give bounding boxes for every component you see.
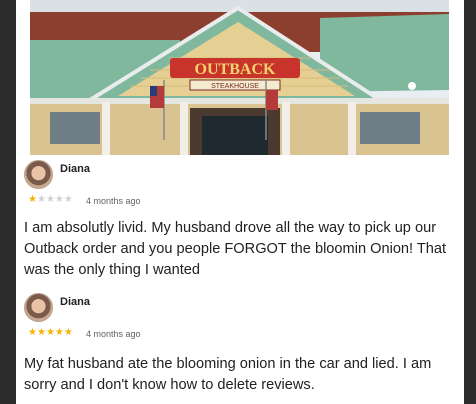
star-icon: ★ (63, 327, 73, 338)
star-icon: ★ (54, 327, 64, 338)
star-icon: ★ (28, 194, 37, 205)
review-time: 4 months ago (86, 196, 141, 206)
review-text: My fat husband ate the blooming onion in… (24, 356, 432, 393)
sign-brand-text: OUTBACK (195, 61, 276, 78)
review-card: OUTBACK STEAKHOUSE Diana ★★★★★ 4 months … (16, 0, 464, 404)
star-icon: ★ (63, 194, 73, 205)
star-rating: ★★★★★ (28, 327, 73, 338)
star-rating: ★★★★★ (28, 194, 73, 205)
star-icon: ★ (36, 327, 46, 338)
star-icon: ★ (28, 327, 37, 338)
reviewer-name[interactable]: Diana (60, 163, 90, 175)
star-icon: ★ (36, 194, 46, 205)
review-time: 4 months ago (86, 329, 141, 339)
star-icon: ★ (45, 327, 55, 338)
sign-sub-text: STEAKHOUSE (211, 83, 259, 90)
review-text: I am absolutly livid. My husband drove a… (24, 220, 447, 278)
outback-building-image: OUTBACK STEAKHOUSE (30, 0, 449, 155)
avatar[interactable] (24, 160, 53, 189)
star-icon: ★ (45, 194, 55, 205)
star-icon: ★ (54, 194, 64, 205)
restaurant-photo[interactable]: OUTBACK STEAKHOUSE (30, 0, 449, 155)
avatar[interactable] (24, 293, 53, 322)
reviewer-name[interactable]: Diana (60, 296, 90, 308)
